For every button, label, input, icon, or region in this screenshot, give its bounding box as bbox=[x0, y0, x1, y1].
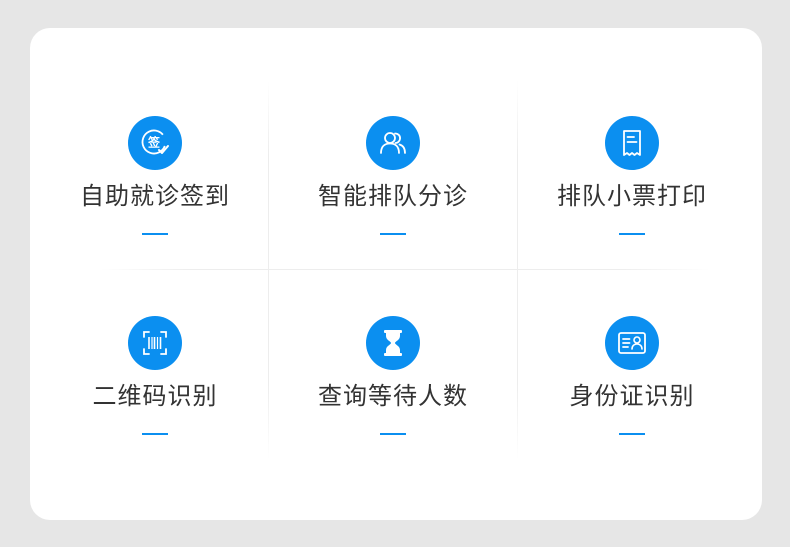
feature-label: 排队小票打印 bbox=[557, 182, 707, 210]
feature-ticket-print[interactable]: 排队小票打印 bbox=[512, 70, 752, 270]
users-icon bbox=[366, 116, 420, 170]
accent-dash bbox=[619, 433, 645, 435]
accent-dash bbox=[142, 433, 168, 435]
feature-smart-queue[interactable]: 智能排队分诊 bbox=[273, 70, 513, 270]
feature-label: 查询等待人数 bbox=[318, 382, 468, 410]
accent-dash bbox=[380, 433, 406, 435]
hourglass-icon bbox=[366, 316, 420, 370]
feature-id-card[interactable]: 身份证识别 bbox=[512, 270, 752, 470]
receipt-icon bbox=[605, 116, 659, 170]
id-card-icon bbox=[605, 316, 659, 370]
accent-dash bbox=[380, 233, 406, 235]
feature-label: 自助就诊签到 bbox=[80, 182, 230, 210]
feature-grid: 签 自助就诊签到 智能排队分诊 排队小票打印 二维码识别 查询等待人数 身份证识… bbox=[30, 70, 762, 470]
sign-in-check-icon: 签 bbox=[128, 116, 182, 170]
accent-dash bbox=[619, 233, 645, 235]
feature-label: 智能排队分诊 bbox=[318, 182, 468, 210]
feature-self-checkin[interactable]: 签 自助就诊签到 bbox=[35, 70, 275, 270]
feature-qr-scan[interactable]: 二维码识别 bbox=[35, 270, 275, 470]
sign-char: 签 bbox=[147, 135, 161, 150]
feature-label: 身份证识别 bbox=[569, 382, 695, 410]
feature-label: 二维码识别 bbox=[92, 382, 218, 410]
barcode-scan-icon bbox=[128, 316, 182, 370]
feature-wait-count[interactable]: 查询等待人数 bbox=[273, 270, 513, 470]
accent-dash bbox=[142, 233, 168, 235]
